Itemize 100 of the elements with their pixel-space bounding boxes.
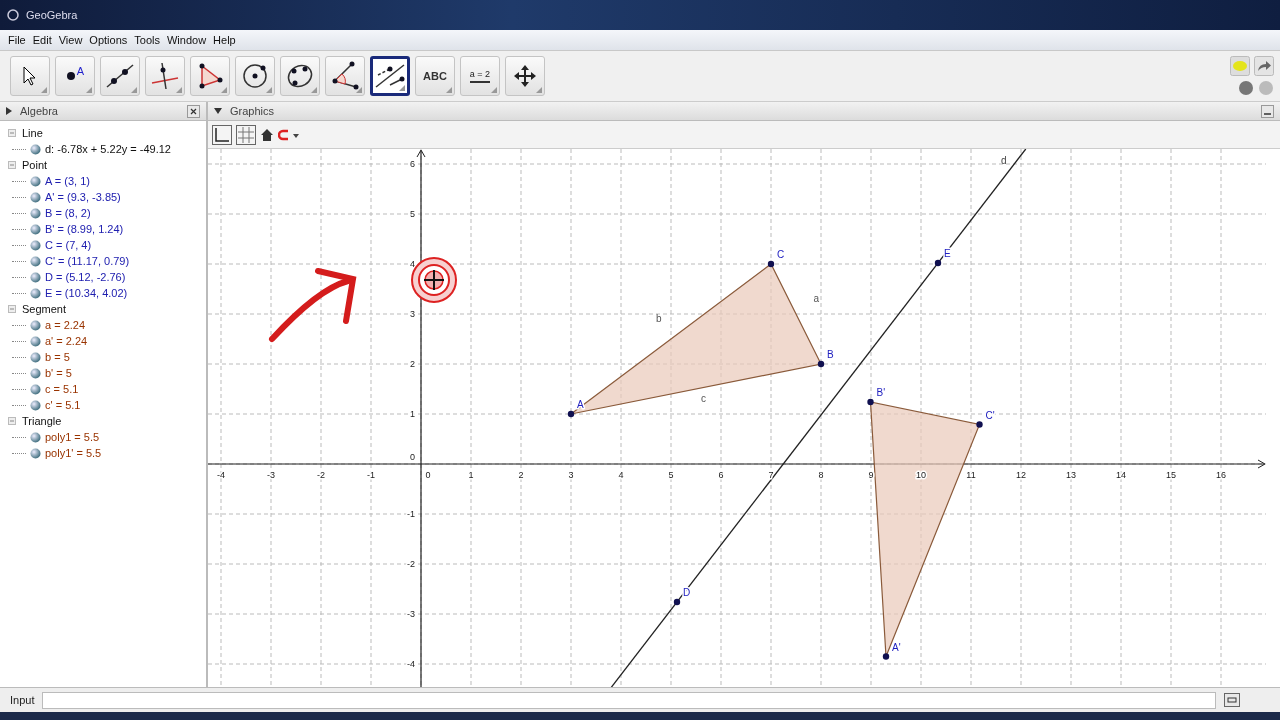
visibility-ball-icon[interactable] xyxy=(30,351,41,363)
y-tick-label: 6 xyxy=(410,159,415,169)
dropdown-corner-icon xyxy=(536,87,543,94)
y-tick-label: 2 xyxy=(410,359,415,369)
tool-button[interactable]: ABC xyxy=(415,56,455,96)
input-label: Input xyxy=(10,694,35,706)
point[interactable] xyxy=(934,259,942,267)
dropdown-corner-icon xyxy=(176,87,183,94)
algebra-entry[interactable]: b' = 5 xyxy=(45,367,72,379)
algebra-entry[interactable]: a = 2.24 xyxy=(45,319,86,331)
tool-button[interactable] xyxy=(370,56,410,96)
algebra-entry[interactable]: C = (7, 4) xyxy=(45,239,92,251)
cursor-target-icon xyxy=(411,257,457,303)
menu-item[interactable]: File xyxy=(8,34,26,46)
visibility-ball-icon[interactable] xyxy=(30,191,41,203)
visibility-ball-icon[interactable] xyxy=(30,335,41,347)
menu-item[interactable]: View xyxy=(58,34,83,46)
algebra-entry[interactable]: A' = (9.3, -3.85) xyxy=(45,191,121,203)
y-tick-label: -3 xyxy=(407,609,415,619)
segment-label: b xyxy=(656,312,662,324)
segment-label: a xyxy=(813,292,820,304)
x-tick-label: 16 xyxy=(1216,470,1226,480)
grid-toggle-icon[interactable] xyxy=(236,124,256,145)
y-tick-label: 1 xyxy=(410,409,415,419)
menu-item[interactable]: Window xyxy=(166,34,207,46)
visibility-ball-icon[interactable] xyxy=(30,319,41,331)
x-tick-label: -2 xyxy=(317,470,325,480)
algebra-entry[interactable]: E = (10.34, 4.02) xyxy=(45,287,128,299)
visibility-ball-icon[interactable] xyxy=(30,207,41,219)
close-icon[interactable] xyxy=(187,104,200,118)
y-tick-label: 4 xyxy=(410,259,415,269)
menu-item[interactable]: Tools xyxy=(134,34,160,46)
algebra-entry[interactable]: B = (8, 2) xyxy=(45,207,91,219)
line-label: d xyxy=(1001,155,1007,166)
visibility-ball-icon[interactable] xyxy=(30,255,41,267)
dropdown-corner-icon xyxy=(131,87,138,94)
text-tool-label: ABC xyxy=(423,70,447,82)
tool-button[interactable]: A xyxy=(55,56,95,96)
point[interactable] xyxy=(882,653,890,660)
visibility-ball-icon[interactable] xyxy=(30,399,41,411)
algebra-entry[interactable]: A = (3, 1) xyxy=(45,175,90,187)
maximize-icon[interactable] xyxy=(1261,104,1274,118)
point[interactable] xyxy=(976,421,983,428)
visibility-ball-icon[interactable] xyxy=(30,287,41,299)
x-tick-label: -4 xyxy=(217,470,225,480)
menu-item[interactable]: Help xyxy=(213,34,236,46)
visibility-ball-icon[interactable] xyxy=(30,383,41,395)
algebra-entry[interactable]: b = 5 xyxy=(45,351,70,363)
reflect-icon xyxy=(374,61,406,91)
point[interactable] xyxy=(567,410,575,418)
visibility-ball-icon[interactable] xyxy=(30,175,41,187)
point[interactable] xyxy=(817,360,825,368)
visibility-ball-icon[interactable] xyxy=(30,223,41,235)
menu-item[interactable]: Options xyxy=(89,34,128,46)
panel-title: Graphics xyxy=(230,105,276,117)
magnet-icon[interactable] xyxy=(278,128,300,141)
point-label: C' xyxy=(985,409,995,421)
algebra-entry[interactable]: poly1' = 5.5 xyxy=(45,447,102,459)
x-tick-label: 10 xyxy=(916,470,926,480)
collapse-arrow-icon[interactable] xyxy=(6,107,12,115)
visibility-ball-icon[interactable] xyxy=(30,143,41,155)
algebra-entry[interactable]: c = 5.1 xyxy=(45,383,79,395)
x-tick-label: 0 xyxy=(425,470,431,480)
y-tick-label: 3 xyxy=(410,309,415,319)
axes-toggle-icon[interactable] xyxy=(212,124,232,145)
dropdown-corner-icon xyxy=(41,87,48,94)
algebra-entry[interactable]: c' = 5.1 xyxy=(45,399,81,411)
point-label: E xyxy=(944,248,951,259)
visibility-ball-icon[interactable] xyxy=(30,239,41,251)
move-icon xyxy=(512,63,538,89)
x-tick-label: 14 xyxy=(1116,470,1126,480)
point[interactable] xyxy=(867,398,874,406)
y-tick-label: -4 xyxy=(407,659,415,669)
point[interactable] xyxy=(767,260,775,268)
visibility-ball-icon[interactable] xyxy=(30,431,41,443)
help-icon[interactable] xyxy=(1238,80,1254,96)
keyboard-icon[interactable] xyxy=(1224,693,1240,707)
dropdown-corner-icon xyxy=(446,87,453,94)
y-tick-label: 0 xyxy=(410,452,415,462)
algebra-entry[interactable]: a' = 2.24 xyxy=(45,335,88,347)
menu-item[interactable]: Edit xyxy=(32,34,52,46)
home-icon[interactable] xyxy=(260,127,274,142)
collapse-arrow-icon[interactable] xyxy=(214,108,222,114)
group-heading: Line xyxy=(22,127,43,139)
algebra-entry[interactable]: poly1 = 5.5 xyxy=(45,431,100,443)
algebra-entry[interactable]: B' = (8.99, 1.24) xyxy=(45,223,124,235)
tool-button[interactable]: a = 2 xyxy=(460,56,500,96)
input-field[interactable] xyxy=(42,691,1216,709)
algebra-entry[interactable]: C' = (11.17, 0.79) xyxy=(45,255,130,267)
algebra-entry[interactable]: d: -6.78x + 5.22y = -49.12 xyxy=(45,143,171,155)
visibility-ball-icon[interactable] xyxy=(30,367,41,379)
dropdown-corner-icon xyxy=(311,87,318,94)
x-tick-label: -3 xyxy=(267,470,275,480)
angle-icon xyxy=(330,61,360,91)
visibility-ball-icon[interactable] xyxy=(30,271,41,283)
algebra-entry[interactable]: D = (5.12, -2.76) xyxy=(45,271,126,283)
visibility-ball-icon[interactable] xyxy=(30,447,41,459)
perpendicular-line-icon xyxy=(150,61,180,91)
point[interactable] xyxy=(673,598,681,606)
dropdown-corner-icon xyxy=(266,87,273,94)
